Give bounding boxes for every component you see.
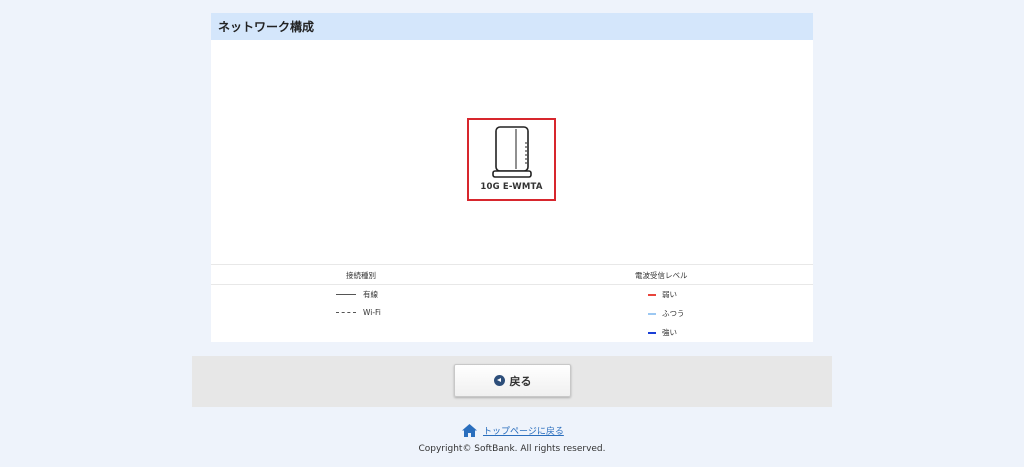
legend-signal-strong: 強い	[648, 327, 677, 338]
router-icon	[492, 126, 532, 178]
legend-signal-normal-label: ふつう	[662, 309, 685, 318]
signal-weak-icon	[648, 293, 656, 296]
back-arrow-icon	[493, 375, 505, 386]
top-page-link[interactable]: トップページに戻る	[483, 424, 564, 437]
top-page-link-group: トップページに戻る	[461, 423, 564, 438]
device-node[interactable]: 10G E-WMTA	[467, 118, 556, 201]
action-bar: 戻る	[192, 356, 832, 407]
device-name: 10G E-WMTA	[480, 182, 543, 192]
connection-type-header: 接続種別	[346, 271, 376, 280]
signal-strong-icon	[648, 331, 656, 334]
legend-header: 接続種別 電波受信レベル	[211, 264, 813, 285]
legend: 接続種別 電波受信レベル 有線 Wi-Fi 弱い ふつう 強い	[211, 264, 813, 342]
home-icon[interactable]	[461, 423, 478, 438]
legend-signal-strong-label: 強い	[662, 328, 677, 337]
back-button[interactable]: 戻る	[454, 364, 571, 397]
copyright-text: Copyright© SoftBank. All rights reserved…	[418, 444, 606, 454]
network-diagram: 10G E-WMTA	[211, 40, 813, 264]
network-config-panel: ネットワーク構成 10G E-WMTA 接続種別 電波受信レベル 有線 Wi-F…	[211, 13, 813, 342]
legend-signal-weak: 弱い	[648, 289, 677, 300]
legend-wired-label: 有線	[363, 290, 378, 299]
legend-signal-weak-label: 弱い	[662, 290, 677, 299]
back-button-label: 戻る	[509, 374, 532, 388]
legend-wired: 有線	[336, 289, 378, 300]
signal-level-header: 電波受信レベル	[635, 271, 688, 280]
panel-title: ネットワーク構成	[211, 13, 813, 40]
signal-normal-icon	[648, 312, 656, 315]
legend-wifi-label: Wi-Fi	[363, 308, 381, 317]
legend-signal-normal: ふつう	[648, 308, 685, 319]
dashed-line-icon	[336, 312, 356, 313]
solid-line-icon	[336, 294, 356, 295]
legend-wifi: Wi-Fi	[336, 308, 381, 317]
